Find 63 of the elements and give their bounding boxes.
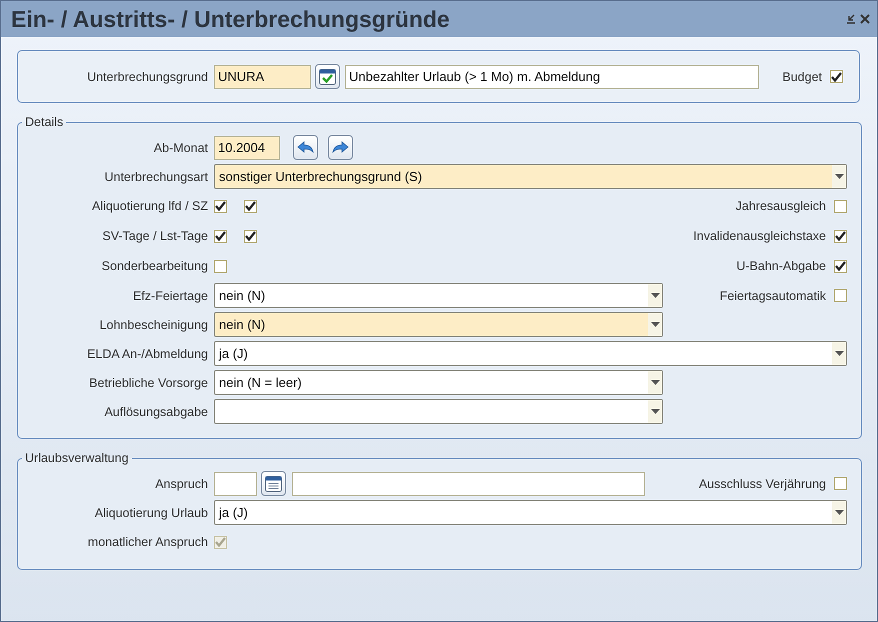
checkbox-label: Ausschluss Verjährung [698,476,826,490]
field-label: Anspruch [154,476,209,490]
field-label: Sonderbearbeitung [100,259,209,273]
minimize-icon[interactable] [845,13,857,25]
field-label: Unterbrechungsgrund [86,70,209,84]
previous-button[interactable] [293,135,318,160]
checkbox[interactable] [834,289,847,302]
lookup-button[interactable] [315,64,340,89]
checkbox[interactable] [830,70,843,83]
calendar-button[interactable] [261,471,286,496]
caret-icon [834,510,844,515]
description-field[interactable]: Unbezahlter Urlaub (> 1 Mo) m. Abmeldung [345,64,759,88]
field-label: Auflösungsabgabe [103,404,209,418]
dropdown[interactable] [214,399,663,424]
checkbox[interactable] [244,200,257,212]
dropdown[interactable]: nein (N) [214,312,663,337]
checkbox-label: U-Bahn-Abgabe [736,259,826,273]
caret-icon [834,351,844,356]
caret-icon [650,409,660,414]
dropdown[interactable]: ja (J) [214,500,847,525]
field-label: Betriebliche Vorsorge [88,376,209,390]
next-button[interactable] [328,135,353,160]
field-label: SV-Tage / Lst-Tage [101,229,209,243]
field-label: Efz-Feiertage [132,288,209,302]
field-label: ELDA An-/Abmeldung [86,346,209,360]
dropdown[interactable]: sonstiger Unterbrechungsgrund (S) [214,164,847,189]
checkbox[interactable] [834,200,847,212]
field-label: Ab-Monat [152,140,209,154]
back-arrow-icon [297,141,314,154]
section-title: Details [24,115,64,129]
window-title: Ein- / Austritts- / Unterbrechungsgründe [11,6,450,32]
dropdown[interactable]: ja (J) [214,341,847,366]
caret-icon [650,380,660,385]
field-label: Aliquotierung Urlaub [94,506,209,520]
checkbox-label: Budget [782,70,822,84]
calendar-icon [265,476,282,492]
checkbox-label: Invalidenausgleichstaxe [693,229,826,243]
checkbox[interactable] [214,260,227,272]
calendar-check-icon [319,69,336,85]
checkbox[interactable] [834,230,847,242]
caret-icon [650,293,660,298]
field-label: Unterbrechungsart [103,170,209,184]
dropdown[interactable]: nein (N) [214,283,663,308]
field-label: monatlicher Anspruch [86,535,209,549]
checkbox[interactable] [214,200,227,212]
input-field[interactable] [292,472,645,496]
caret-icon [650,322,660,327]
checkbox-label: Feiertagsautomatik [720,288,826,302]
checkbox[interactable] [834,260,847,272]
month-field[interactable]: 10.2004 [214,136,280,160]
checkbox[interactable] [244,230,257,242]
checkbox[interactable] [834,477,847,490]
field-label: Lohnbescheinigung [98,318,209,332]
section-title: Urlaubsverwaltung [24,451,130,465]
field-label: Aliquotierung lfd / SZ [90,199,209,213]
input-field[interactable] [214,472,257,496]
checkbox[interactable] [214,230,227,242]
close-icon[interactable] [859,13,871,25]
code-field[interactable]: UNURA [214,64,311,88]
checkbox-label: Jahresausgleich [736,199,826,213]
caret-icon [834,174,844,179]
dropdown[interactable]: nein (N = leer) [214,370,663,395]
forward-arrow-icon [332,141,349,154]
